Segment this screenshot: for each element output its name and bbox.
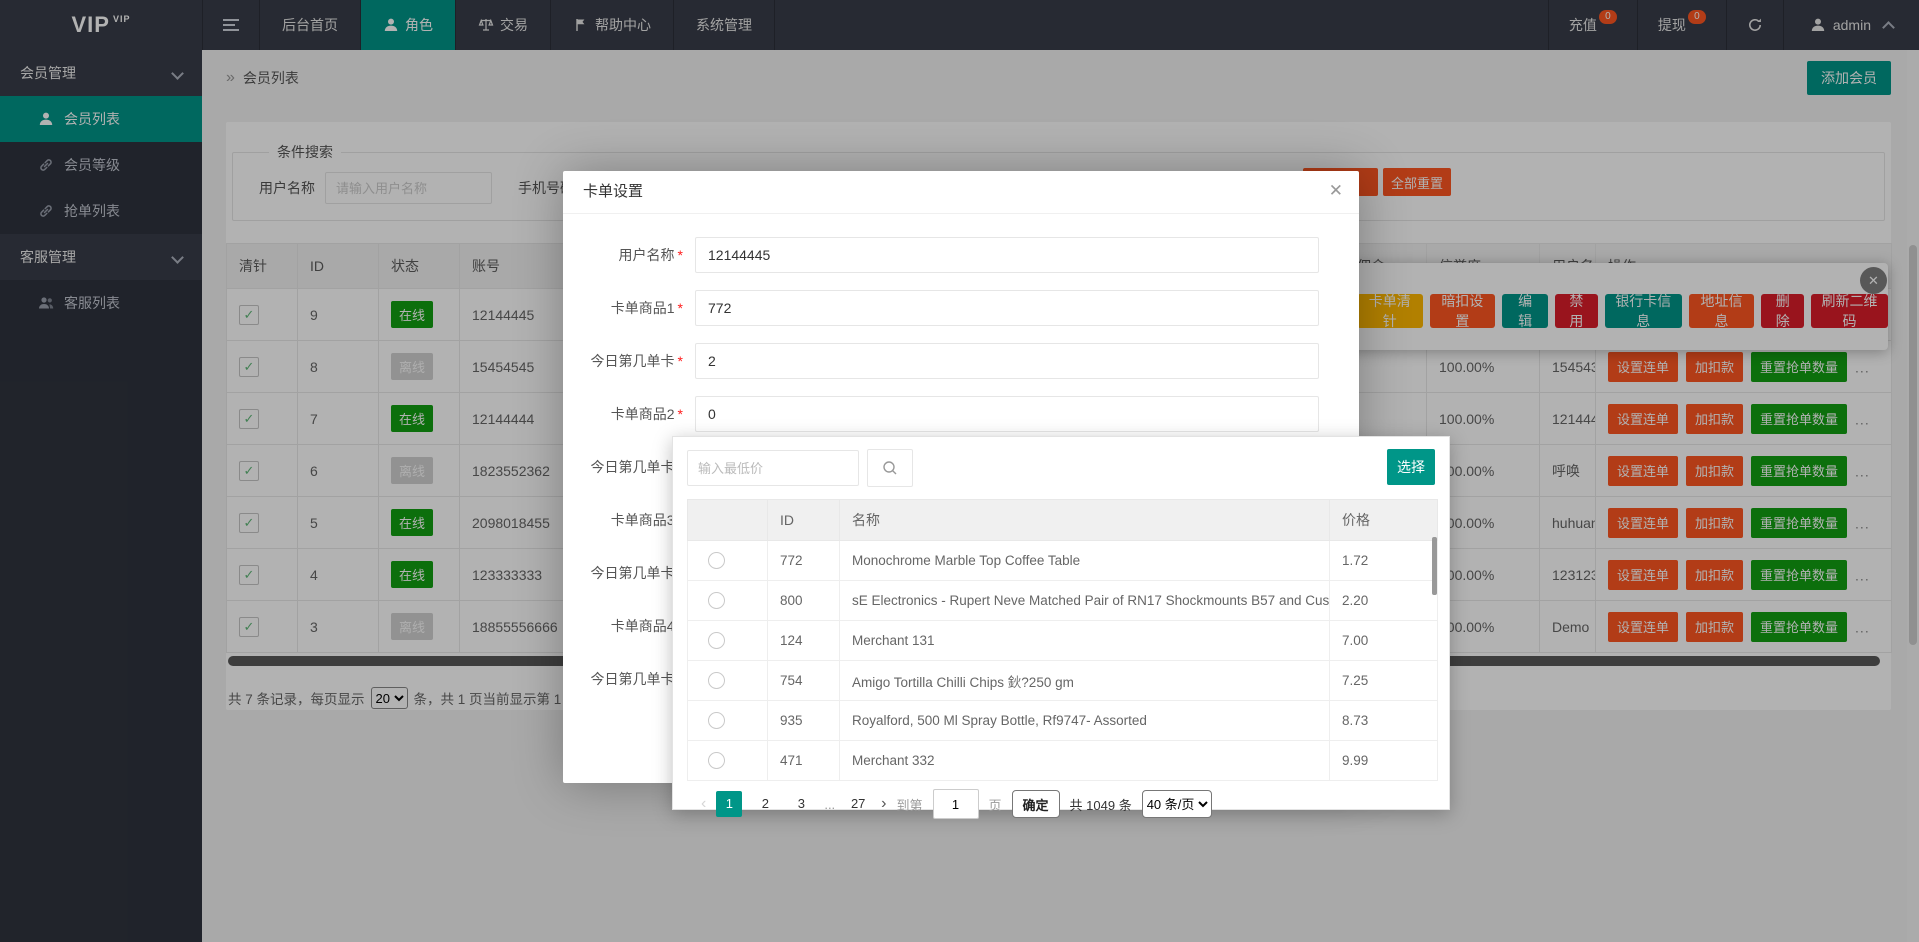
page-ellipsis: ... [824,797,835,812]
search-icon [881,459,899,477]
product-radio[interactable] [708,632,725,649]
page-3[interactable]: 3 [788,791,814,817]
picker-search-button[interactable] [867,449,913,487]
col-product-id: ID [768,500,840,541]
required-mark: * [678,406,683,422]
card-product-2-field[interactable] [695,396,1319,432]
picker-pagination: ‹ 1 2 3 ... 27 › 到第 页 确定 共 1049 条 40 条/页 [687,787,1435,821]
picker-row: 935 Royalford, 500 Ml Spray Bottle, Rf97… [688,701,1438,741]
today-order-index-1-field[interactable] [695,343,1319,379]
form-row-order-index-1: 今日第几单卡* [583,343,1319,379]
form-row-product2: 卡单商品2* [583,396,1319,432]
picker-header-row: ID 名称 价格 [688,500,1438,541]
card-product-1-field[interactable] [695,290,1319,326]
product-radio[interactable] [708,712,725,729]
page-1[interactable]: 1 [716,791,742,817]
modal-close-icon[interactable]: ✕ [1329,181,1343,201]
page-2[interactable]: 2 [752,791,778,817]
picker-row: 754 Amigo Tortilla Chilli Chips 鈥?250 gm… [688,661,1438,701]
page-unit-label: 页 [989,795,1002,814]
product-radio[interactable] [708,672,725,689]
modal-title: 卡单设置 [563,171,1359,214]
total-count-text: 共 1049 条 [1070,795,1132,814]
picker-row: 772 Monochrome Marble Top Coffee Table 1… [688,541,1438,581]
page-27[interactable]: 27 [845,791,871,817]
product-radio[interactable] [708,752,725,769]
product-radio[interactable] [708,552,725,569]
goto-page-input[interactable] [933,789,979,819]
form-row-username: 用户名称* [583,237,1319,273]
goto-confirm-button[interactable]: 确定 [1012,790,1060,818]
col-product-name: 名称 [840,500,1330,541]
required-mark: * [678,300,683,316]
picker-select-button[interactable]: 选择 [1387,449,1435,485]
picker-row: 800 sE Electronics - Rupert Neve Matched… [688,581,1438,621]
col-product-price: 价格 [1330,500,1438,541]
required-mark: * [678,353,683,369]
goto-label: 到第 [897,795,923,814]
picker-row: 471 Merchant 332 9.99 [688,741,1438,781]
prev-page-arrow[interactable]: ‹ [701,795,706,813]
required-mark: * [678,247,683,263]
picker-page-size-select[interactable]: 40 条/页 [1142,790,1212,818]
product-radio[interactable] [708,592,725,609]
form-row-product1: 卡单商品1* [583,290,1319,326]
picker-scrollbar-thumb[interactable] [1432,537,1437,595]
picker-search-row [687,449,1435,487]
product-picker-popup: 选择 ID 名称 价格 772 Monochrome Marble Top Co… [672,436,1450,810]
next-page-arrow[interactable]: › [881,795,886,813]
min-price-input[interactable] [687,450,859,486]
username-field[interactable] [695,237,1319,273]
picker-row: 124 Merchant 131 7.00 [688,621,1438,661]
picker-table: ID 名称 价格 772 Monochrome Marble Top Coffe… [687,499,1438,781]
col-radio [688,500,768,541]
